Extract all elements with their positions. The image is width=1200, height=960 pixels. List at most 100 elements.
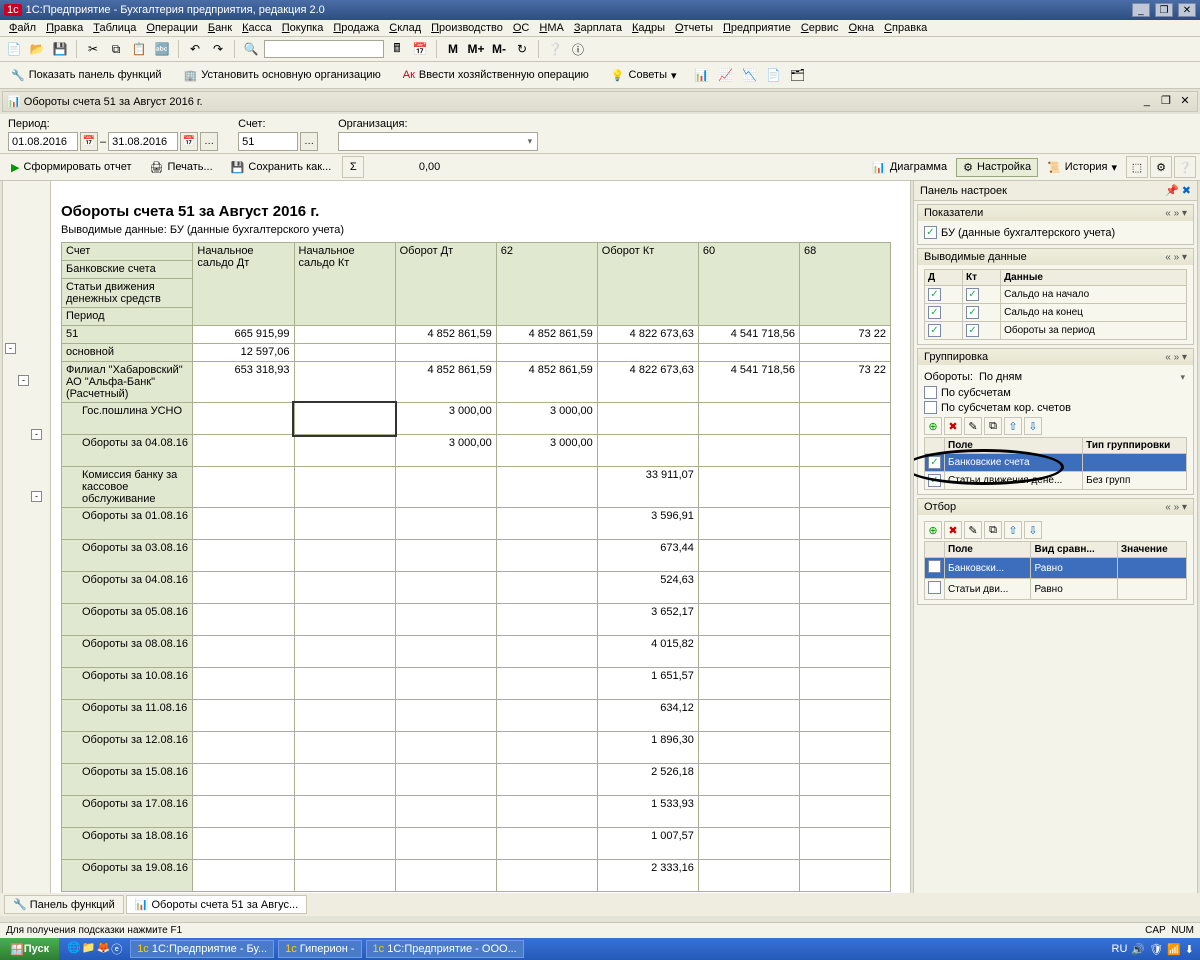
move-up-icon[interactable]: ⇧	[1004, 521, 1022, 539]
collapse-icon[interactable]: « » ▾	[1165, 208, 1187, 219]
about-icon[interactable]: ⓘ	[568, 39, 588, 59]
extra-5-icon[interactable]: 🗂	[788, 65, 808, 85]
history-button[interactable]: 📜 История ▾	[1040, 158, 1124, 177]
menu-item[interactable]: Справка	[879, 20, 932, 36]
m-minus-button[interactable]: M-	[489, 39, 509, 59]
org-combo[interactable]: ▾	[338, 132, 538, 151]
account-picker-icon[interactable]: …	[300, 132, 318, 151]
menu-item[interactable]: Кадры	[627, 20, 670, 36]
refresh-icon[interactable]: ↻	[512, 39, 532, 59]
list-item[interactable]: Статьи движения дене...Без групп	[925, 472, 1187, 490]
menu-item[interactable]: Зарплата	[569, 20, 627, 36]
tray-icon[interactable]: 🛡	[1149, 943, 1163, 956]
quicklaunch-icon[interactable]: 🌐	[67, 941, 81, 957]
open-icon[interactable]: 📂	[27, 39, 47, 59]
period-picker-icon[interactable]: …	[200, 132, 218, 151]
menu-item[interactable]: Отчеты	[670, 20, 718, 36]
extra-4-icon[interactable]: 📄	[764, 65, 784, 85]
checkbox[interactable]	[928, 456, 941, 469]
find-icon[interactable]: 🔍	[241, 39, 261, 59]
delete-icon[interactable]: ✖	[944, 417, 962, 435]
move-up-icon[interactable]: ⇧	[1004, 417, 1022, 435]
tree-toggle[interactable]: -	[5, 343, 16, 354]
extra-3-icon[interactable]: 📉	[740, 65, 760, 85]
typesel-icon[interactable]: 🔤	[152, 39, 172, 59]
paste-icon[interactable]: 📋	[129, 39, 149, 59]
m-plus-button[interactable]: M+	[466, 39, 486, 59]
menu-item[interactable]: Предприятие	[718, 20, 796, 36]
tray-icon[interactable]: 📶	[1167, 943, 1181, 956]
edit-icon[interactable]: ✎	[964, 417, 982, 435]
list-item[interactable]: Статьи дви...Равно	[925, 579, 1187, 600]
print-button[interactable]: 🖨 Печать...	[143, 158, 220, 177]
collapse-icon[interactable]: « » ▾	[1165, 352, 1187, 363]
doc-restore-icon[interactable]: ❐	[1158, 94, 1174, 108]
date-from-input[interactable]	[8, 132, 78, 151]
calendar-from-icon[interactable]: 📅	[80, 132, 98, 151]
copy-icon[interactable]: ⧉	[106, 39, 126, 59]
options-icon[interactable]: ⚙	[1150, 156, 1172, 178]
add-icon[interactable]: ⊕	[924, 521, 942, 539]
collapse-icon[interactable]: « » ▾	[1165, 502, 1187, 513]
tray-icon[interactable]: 🔊	[1131, 943, 1145, 956]
checkbox[interactable]	[924, 226, 937, 239]
calc-icon[interactable]: 🖩	[387, 39, 407, 59]
extra-2-icon[interactable]: 📈	[716, 65, 736, 85]
tree-toggle[interactable]: -	[31, 429, 42, 440]
menu-item[interactable]: Правка	[41, 20, 88, 36]
cor-subaccounts-checkbox[interactable]	[924, 401, 937, 414]
undo-icon[interactable]: ↶	[185, 39, 205, 59]
menu-item[interactable]: Банк	[203, 20, 237, 36]
move-down-icon[interactable]: ⇩	[1024, 417, 1042, 435]
sum-icon[interactable]: Σ	[342, 156, 364, 178]
chart-button[interactable]: 📊 Диаграмма	[865, 158, 954, 177]
close-panel-icon[interactable]: ✖	[1182, 185, 1191, 197]
new-icon[interactable]: 📄	[4, 39, 24, 59]
doc-close-icon[interactable]: ✕	[1177, 94, 1193, 108]
account-input[interactable]	[238, 132, 298, 151]
find-combo[interactable]	[264, 40, 384, 58]
menu-item[interactable]: Сервис	[796, 20, 844, 36]
list-item[interactable]: Банковски...Равно	[925, 558, 1187, 579]
cut-icon[interactable]: ✂	[83, 39, 103, 59]
quicklaunch-icon[interactable]: 📁	[82, 941, 96, 957]
save-icon[interactable]: 💾	[50, 39, 70, 59]
extra-1-icon[interactable]: 📊	[692, 65, 712, 85]
menu-item[interactable]: НМА	[534, 20, 568, 36]
taskbar-task[interactable]: 1c Гиперион -	[278, 940, 361, 958]
menu-item[interactable]: Касса	[237, 20, 277, 36]
show-panel-button[interactable]: 🔧 Показать панель функций	[4, 66, 169, 85]
checkbox[interactable]	[966, 288, 979, 301]
restore-icon[interactable]: ❐	[1155, 3, 1173, 17]
checkbox[interactable]	[928, 288, 941, 301]
pin-icon[interactable]: 📌	[1165, 185, 1179, 197]
decor-icon[interactable]: ⬚	[1126, 156, 1148, 178]
taskbar-task[interactable]: 1c 1С:Предприятие - ООО...	[366, 940, 524, 958]
quicklaunch-icon[interactable]: 🦊	[96, 941, 110, 957]
save-as-button[interactable]: 💾 Сохранить как...	[224, 158, 339, 177]
redo-icon[interactable]: ↷	[208, 39, 228, 59]
add-icon[interactable]: ⊕	[924, 417, 942, 435]
tree-toggle[interactable]: -	[18, 375, 29, 386]
checkbox[interactable]	[928, 324, 941, 337]
advice-button[interactable]: 💡 Советы ▾	[604, 66, 684, 85]
menu-item[interactable]: Продажа	[328, 20, 384, 36]
turnovers-combo[interactable]: По дням▾	[979, 371, 1187, 383]
list-item[interactable]: Банковские счета	[925, 454, 1187, 472]
checkbox[interactable]	[928, 581, 941, 594]
copy-icon[interactable]: ⧉	[984, 521, 1002, 539]
help-icon[interactable]: ❔	[545, 39, 565, 59]
start-button[interactable]: 🪟 Пуск	[0, 938, 59, 960]
tree-toggle[interactable]: -	[31, 491, 42, 502]
move-down-icon[interactable]: ⇩	[1024, 521, 1042, 539]
checkbox[interactable]	[966, 306, 979, 319]
taskbar-task[interactable]: 1c 1С:Предприятие - Бу...	[130, 940, 274, 958]
date-to-input[interactable]	[108, 132, 178, 151]
tab-report[interactable]: 📊 Обороты счета 51 за Авгус...	[126, 895, 307, 914]
menu-item[interactable]: Файл	[4, 20, 41, 36]
menu-item[interactable]: Операции	[141, 20, 202, 36]
report-help-icon[interactable]: ❔	[1174, 156, 1196, 178]
menu-item[interactable]: Склад	[384, 20, 426, 36]
checkbox[interactable]	[928, 560, 941, 573]
close-icon[interactable]: ✕	[1178, 3, 1196, 17]
